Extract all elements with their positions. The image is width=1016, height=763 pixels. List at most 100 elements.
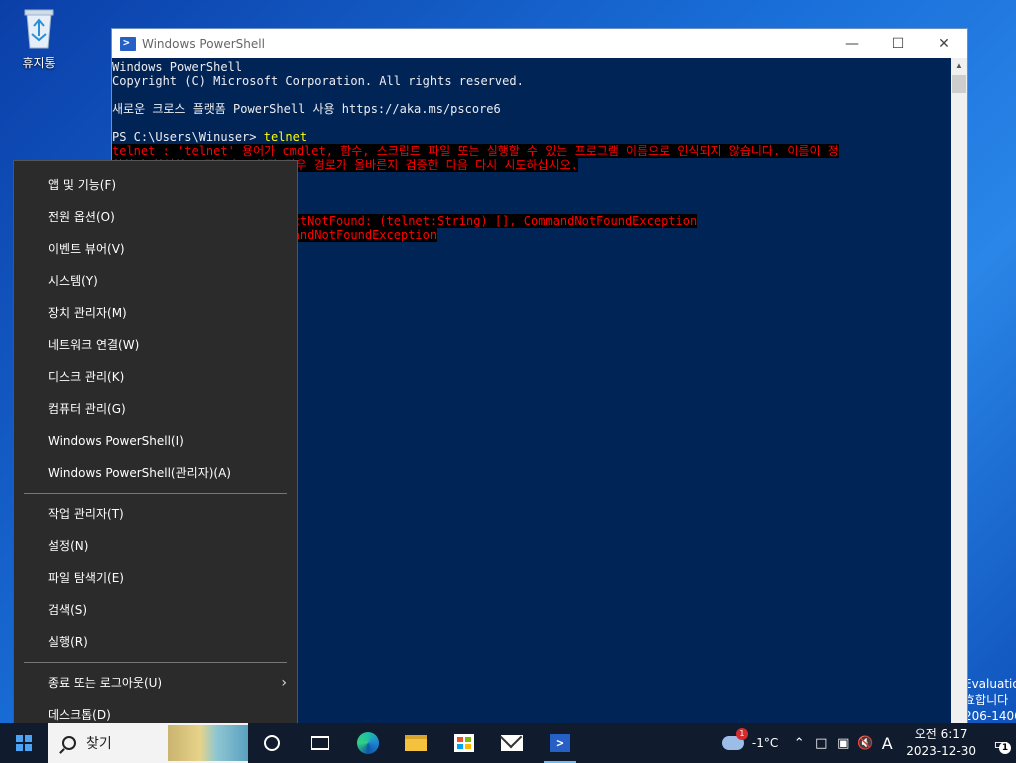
console-text: Windows PowerShell (112, 60, 243, 74)
chevron-up-icon[interactable]: ⌃ (790, 736, 808, 751)
system-tray: 1 -1°C ⌃ □ ▣ 🔇 A 오전 6:17 2023-12-30 ▭ 1 (721, 723, 1016, 763)
menu-item[interactable]: 디스크 관리(K) (14, 361, 297, 393)
menu-item-label: 컴퓨터 관리(G) (48, 402, 126, 416)
menu-item[interactable]: 검색(S) (14, 594, 297, 626)
winx-context-menu: 앱 및 기능(F) 전원 옵션(O) 이벤트 뷰어(V) 시스템(Y) 장치 관리자(M… (13, 160, 298, 740)
cortana-icon (264, 735, 280, 751)
weather-cloud-icon: 1 (721, 728, 748, 750)
recycle-bin-label: 휴지통 (22, 56, 56, 70)
powershell-taskbar-button[interactable]: > (536, 723, 584, 763)
menu-item[interactable]: 전원 옵션(O) (14, 201, 297, 233)
console-text: 새로운 크로스 플랫폼 PowerShell 사용 https://aka.ms… (112, 102, 501, 116)
clock-date: 2023-12-30 (906, 744, 976, 758)
menu-item-label: Windows PowerShell(관리자)(A) (48, 466, 231, 480)
edge-icon (357, 732, 379, 754)
menu-item-label: 설정(N) (48, 539, 89, 553)
menu-item[interactable]: 장치 관리자(M) (14, 297, 297, 329)
maximize-button[interactable]: ☐ (875, 29, 921, 58)
menu-item-label: 네트워크 연결(W) (48, 338, 140, 352)
recycle-bin[interactable]: 휴지통 (8, 6, 70, 71)
menu-item-label: 이벤트 뷰어(V) (48, 242, 125, 256)
edge-button[interactable] (344, 723, 392, 763)
windows-logo-icon (16, 735, 32, 751)
close-button[interactable]: ✕ (921, 29, 967, 58)
weather-badge: 1 (735, 728, 748, 740)
console-line: Copyright (C) Microsoft Corporation. All… (112, 74, 952, 88)
search-icon (62, 736, 76, 750)
watermark-line: 효합니다 (964, 693, 1009, 707)
notification-count: 1 (999, 742, 1011, 754)
weather-temperature: -1°C (751, 736, 779, 750)
store-button[interactable] (440, 723, 488, 763)
mail-button[interactable] (488, 723, 536, 763)
command-text: telnet (263, 130, 308, 144)
minimize-button[interactable]: — (829, 29, 875, 58)
menu-item[interactable]: 시스템(Y) (14, 265, 297, 297)
file-explorer-button[interactable] (392, 723, 440, 763)
menu-item-label: 종료 또는 로그아웃(U) (48, 676, 163, 690)
taskbar: 찾기 > 1 -1°C ⌃ □ ▣ 🔇 A 오전 6:17 2023-12-30… (0, 723, 1016, 763)
menu-separator (24, 493, 287, 494)
error-text: telnet : 'telnet' 용어가 cmdlet, 함수, 스크립트 파… (112, 144, 839, 158)
start-button[interactable] (0, 723, 48, 763)
menu-item[interactable]: 이벤트 뷰어(V) (14, 233, 297, 265)
menu-item-label: 작업 관리자(T) (48, 507, 124, 521)
console-line: Windows PowerShell (112, 60, 952, 74)
network-icon[interactable]: ▣ (834, 736, 852, 751)
menu-item-label: 데스크톱(D) (48, 708, 111, 722)
console-text: PS C:\Users\Winuser> (112, 130, 264, 144)
menu-item[interactable]: 종료 또는 로그아웃(U) › (14, 667, 297, 699)
menu-item-label: 검색(S) (48, 603, 88, 617)
menu-separator (24, 662, 287, 663)
menu-item[interactable]: 컴퓨터 관리(G) (14, 393, 297, 425)
menu-item[interactable]: Windows PowerShell(I) (14, 425, 297, 457)
ime-indicator[interactable]: A (878, 734, 896, 753)
menu-item[interactable]: 실행(R) (14, 626, 297, 658)
menu-item-label: Windows PowerShell(I) (48, 434, 184, 448)
menu-item-label: 실행(R) (48, 635, 88, 649)
search-box[interactable]: 찾기 (48, 723, 248, 763)
recycle-bin-icon (19, 6, 59, 50)
clock[interactable]: 오전 6:17 2023-12-30 (906, 726, 976, 760)
weather-widget[interactable]: 1 -1°C (721, 728, 779, 750)
security-icon[interactable]: □ (812, 736, 830, 751)
vertical-scrollbar[interactable]: ▲ (951, 58, 967, 728)
menu-item[interactable]: 설정(N) (14, 530, 297, 562)
menu-item-label: 전원 옵션(O) (48, 210, 115, 224)
menu-item-label: 시스템(Y) (48, 274, 98, 288)
store-icon (454, 734, 474, 752)
console-line: telnet : 'telnet' 용어가 cmdlet, 함수, 스크립트 파… (112, 144, 952, 158)
menu-item-label: 디스크 관리(K) (48, 370, 125, 384)
menu-item-label: 앱 및 기능(F) (48, 178, 117, 192)
menu-item-label: 파일 탐색기(E) (48, 571, 124, 585)
window-title: Windows PowerShell (142, 36, 265, 51)
scroll-thumb[interactable] (952, 75, 966, 93)
menu-item[interactable]: 네트워크 연결(W) (14, 329, 297, 361)
powershell-icon (120, 36, 136, 51)
cortana-button[interactable] (248, 723, 296, 763)
notification-center-button[interactable]: ▭ 1 (986, 723, 1016, 763)
console-text: Copyright (C) Microsoft Corporation. All… (112, 74, 524, 88)
powershell-titlebar[interactable]: Windows PowerShell — ☐ ✕ (112, 29, 967, 58)
chevron-right-icon: › (281, 675, 287, 691)
task-view-icon (311, 736, 329, 750)
search-highlight-image (168, 725, 248, 761)
powershell-icon: > (550, 734, 570, 752)
evaluation-watermark: Evaluation 효합니다 206-1406 (964, 676, 1016, 724)
console-line: 새로운 크로스 플랫폼 PowerShell 사용 https://aka.ms… (112, 102, 952, 116)
menu-item[interactable]: Windows PowerShell(관리자)(A) (14, 457, 297, 489)
watermark-line: 206-1406 (964, 709, 1016, 723)
console-line: PS C:\Users\Winuser> telnet (112, 130, 952, 144)
folder-icon (405, 735, 427, 751)
menu-item[interactable]: 작업 관리자(T) (14, 498, 297, 530)
menu-item[interactable]: 앱 및 기능(F) (14, 169, 297, 201)
task-view-button[interactable] (296, 723, 344, 763)
volume-muted-icon[interactable]: 🔇 (856, 736, 874, 751)
watermark-line: Evaluation (964, 677, 1016, 691)
search-placeholder: 찾기 (86, 735, 112, 751)
mail-icon (501, 735, 523, 751)
menu-item[interactable]: 파일 탐색기(E) (14, 562, 297, 594)
scroll-up-icon[interactable]: ▲ (951, 58, 967, 74)
